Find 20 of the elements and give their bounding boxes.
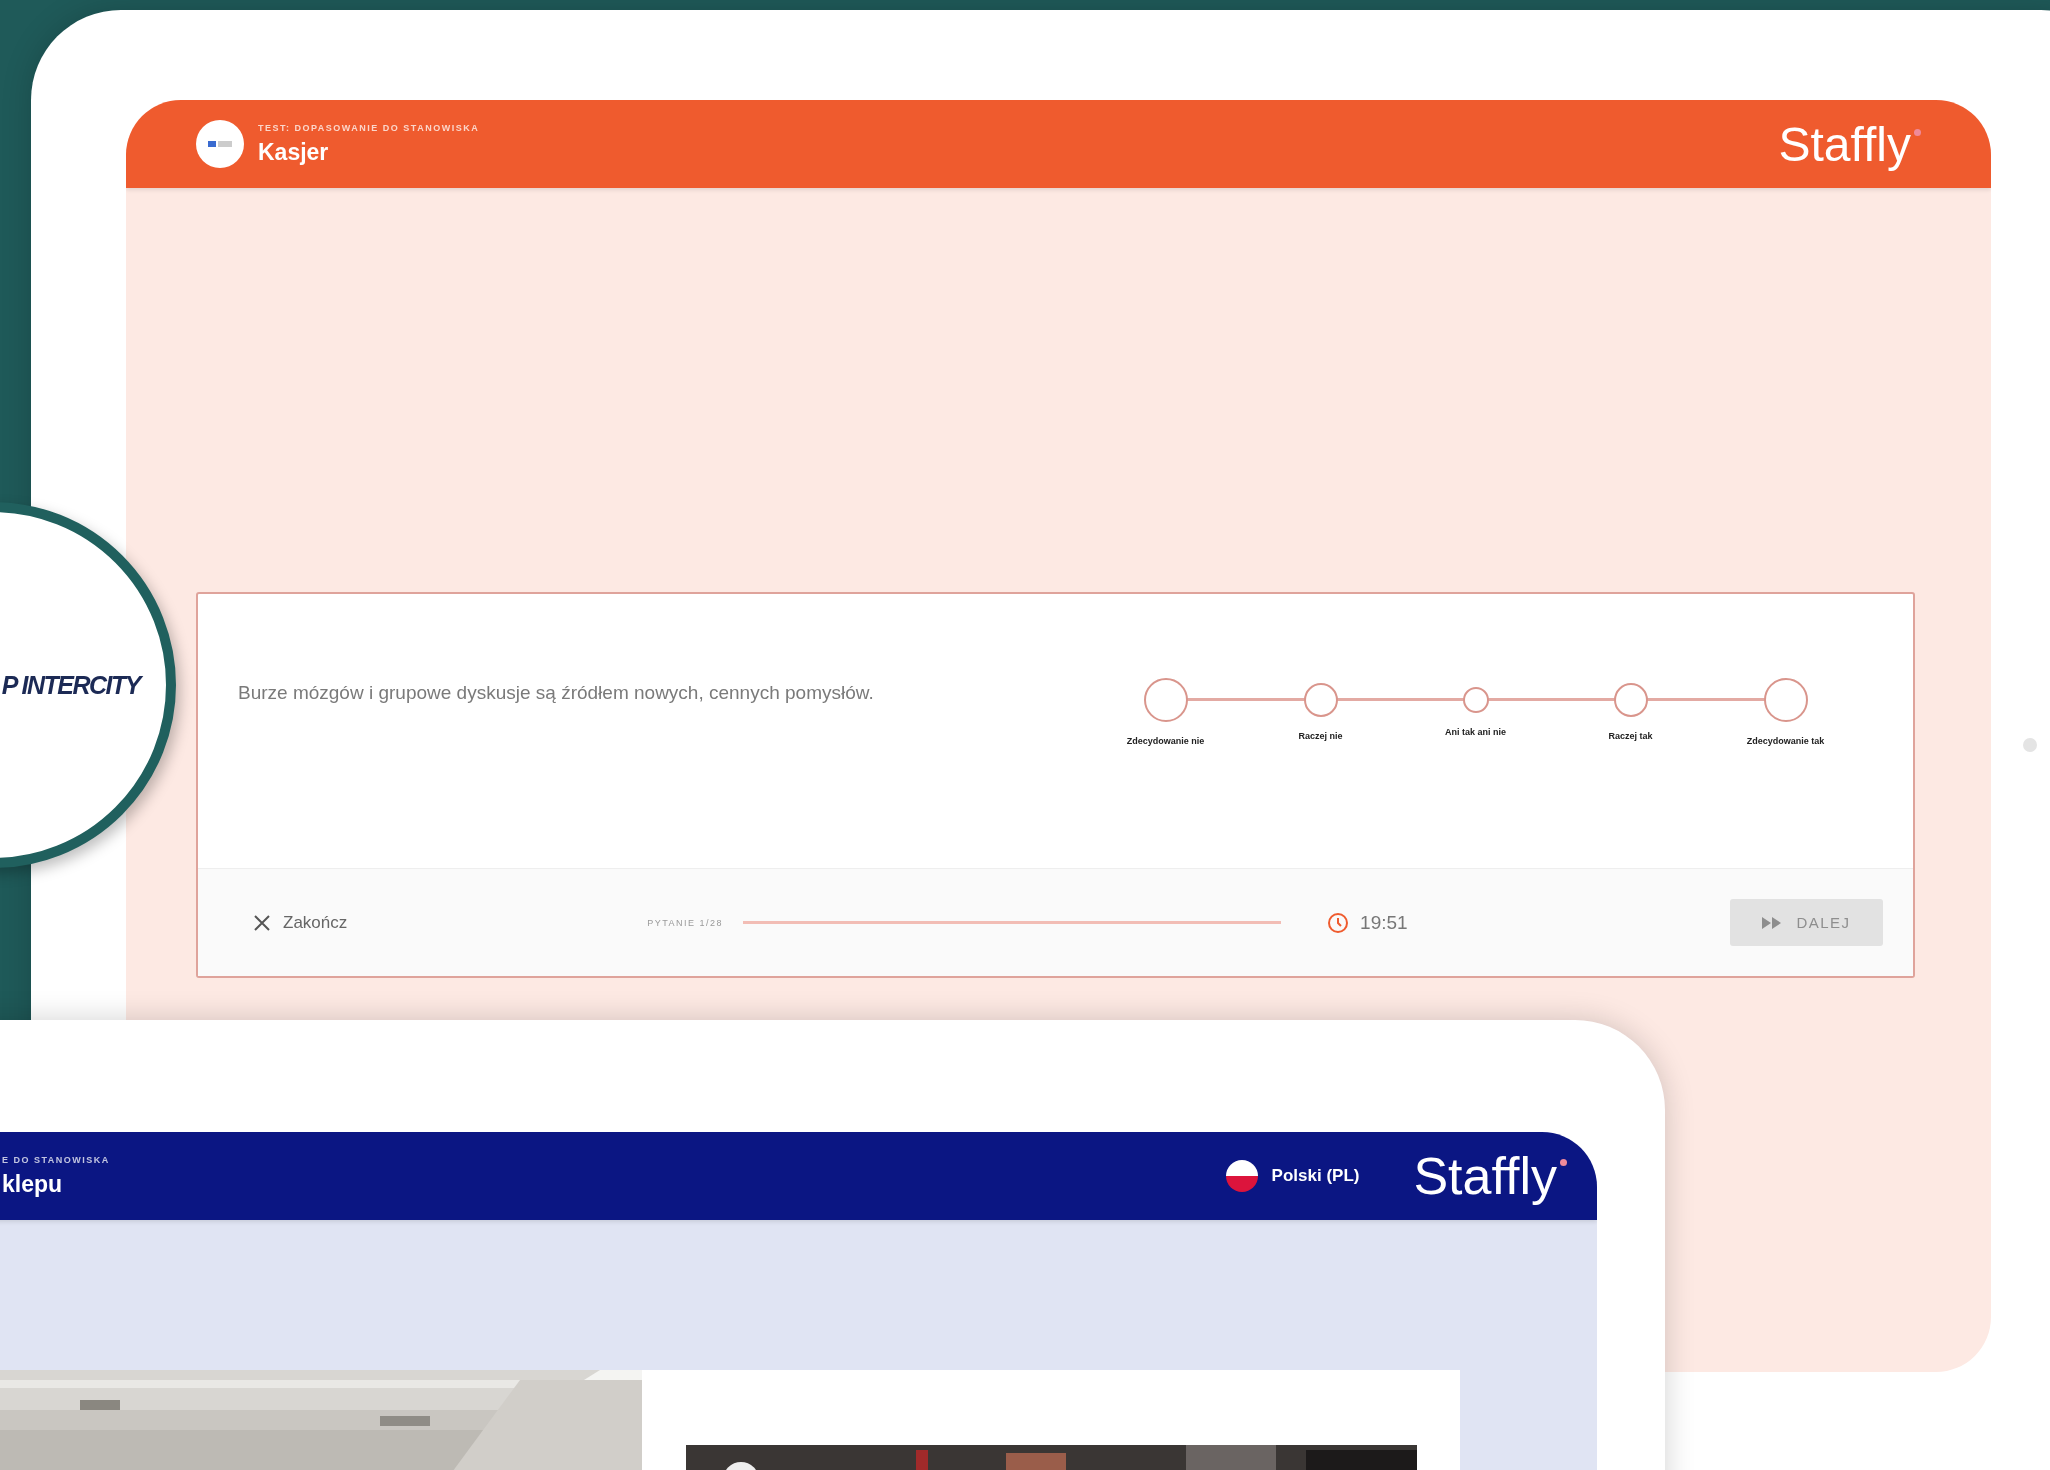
question-counter: PYTANIE 1/28 <box>647 917 724 928</box>
clock-icon <box>1326 910 1351 935</box>
test-subtitle: E DO STANOWISKA <box>2 1154 111 1165</box>
test-title: klepu <box>2 1170 64 1198</box>
answer-option[interactable]: Ani tak ani nie <box>1398 682 1553 762</box>
close-icon <box>253 913 271 932</box>
company-logo-icon <box>196 120 244 168</box>
language-selector[interactable]: Polski (PL) <box>1271 1166 1360 1186</box>
test-subtitle: TEST: DOPASOWANIE DO STANOWISKA <box>258 122 481 133</box>
answer-option[interactable]: Raczej tak <box>1553 682 1708 762</box>
timer-text: 19:51 <box>1360 911 1408 934</box>
poland-flag-icon <box>1225 1160 1258 1192</box>
answer-option[interactable]: Raczej nie <box>1243 682 1398 762</box>
fast-forward-icon <box>1762 916 1783 929</box>
question-text: Burze mózgów i grupowe dyskusje są źródłem nowych, cennych pomysłów. <box>238 682 875 704</box>
camera-dot <box>2023 738 2037 752</box>
test-title: Kasjer <box>258 138 330 166</box>
end-button[interactable]: Zakończ <box>253 912 348 933</box>
brand-logo: Staffly <box>1413 1146 1567 1206</box>
brand-logo: Staffly <box>1778 116 1921 172</box>
